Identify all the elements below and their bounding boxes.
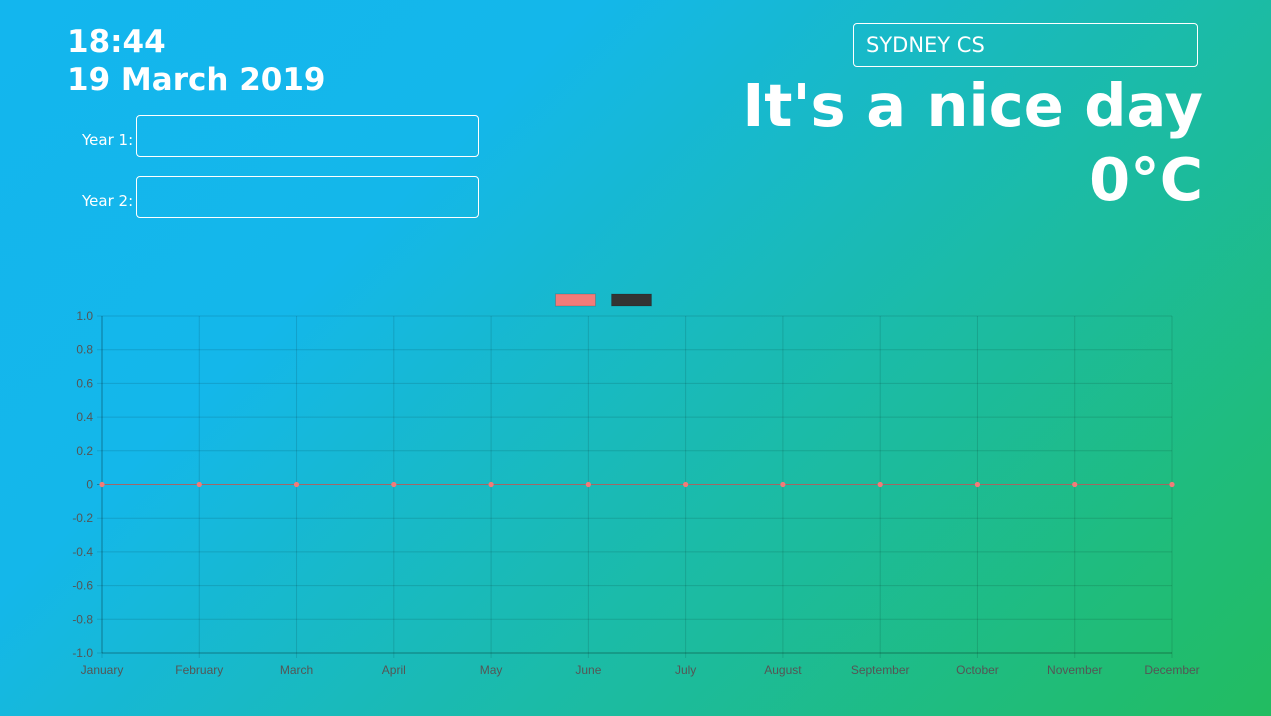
x-tick-label: April (382, 663, 406, 677)
y-tick-label: 0.6 (76, 376, 93, 390)
y-tick-label: -0.8 (72, 612, 93, 626)
x-tick-label: June (575, 663, 601, 677)
data-point (391, 481, 397, 488)
y-tick-label: -0.6 (72, 579, 93, 593)
x-tick-label: February (175, 663, 223, 677)
data-point (585, 481, 591, 488)
data-point (488, 481, 494, 488)
data-point (196, 481, 202, 488)
y-tick-label: 0.2 (76, 444, 93, 458)
data-point (1169, 481, 1175, 488)
x-tick-label: September (851, 663, 910, 677)
y-tick-label: 1.0 (76, 309, 93, 323)
x-tick-label: January (81, 663, 124, 677)
data-point (99, 481, 105, 488)
y-tick-label: -0.4 (72, 545, 93, 559)
x-tick-label: August (764, 663, 802, 677)
y-tick-label: 0.4 (76, 410, 93, 424)
y-tick-label: -1.0 (72, 646, 93, 660)
data-point (877, 481, 883, 488)
x-tick-label: November (1047, 663, 1102, 677)
y-tick-label: -0.2 (72, 511, 93, 525)
x-tick-label: May (480, 663, 503, 677)
legend-swatch (555, 293, 596, 307)
y-tick-label: 0 (86, 478, 93, 492)
data-point (683, 481, 689, 488)
x-tick-label: July (675, 663, 696, 677)
line-chart: 1.0 0.8 0.6 0.4 0.2 0 -0.2 -0.4 -0.6 -0.8 -1.0 Janu… (72, 293, 1200, 677)
data-point (974, 481, 981, 488)
x-tick-label: March (280, 663, 313, 677)
legend-swatch (611, 293, 652, 307)
x-tick-label: October (956, 663, 999, 677)
y-tick-label: 0.8 (76, 343, 93, 357)
data-point (780, 481, 786, 488)
x-tick-label: December (1144, 663, 1199, 677)
data-point (1072, 481, 1078, 488)
data-point (293, 481, 300, 488)
